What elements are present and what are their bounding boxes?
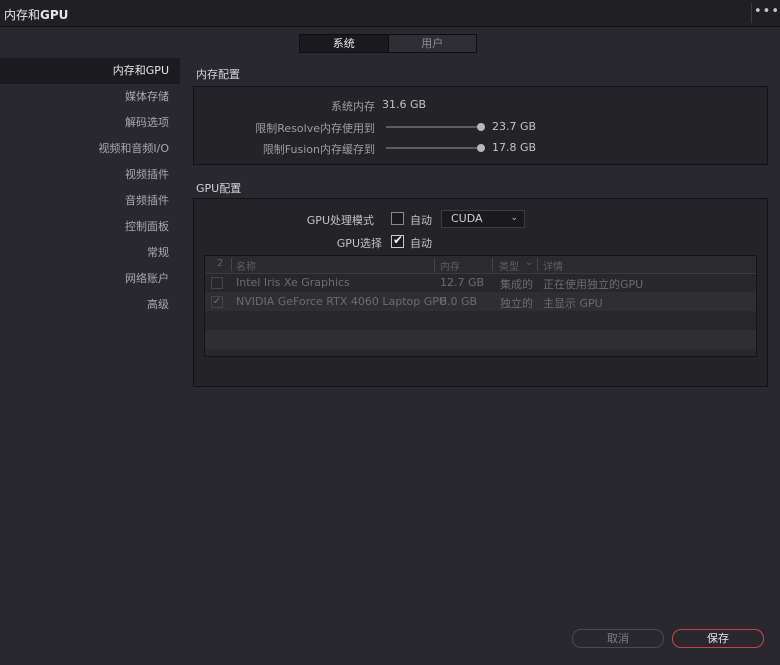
window-title-bold: GPU	[40, 8, 69, 22]
sidebar-item-media-storage[interactable]: 媒体存储	[0, 84, 180, 110]
tab-user[interactable]: 用户	[387, 35, 477, 52]
gpu-type: 独立的	[500, 297, 533, 310]
row-checkbox[interactable]: ✓	[211, 296, 223, 308]
resolve-limit-slider[interactable]	[386, 123, 485, 131]
checkmark-icon: ✔	[393, 233, 404, 247]
title-bar: 内存和GPU •••	[0, 0, 780, 27]
column-header-detail[interactable]: 详情	[543, 258, 563, 273]
column-divider	[537, 258, 538, 271]
column-divider	[492, 258, 493, 271]
sidebar-item-general[interactable]: 常规	[0, 240, 180, 266]
gpu-mode-auto-label: 自动	[410, 214, 432, 227]
memory-panel: 系统内存 31.6 GB 限制Resolve内存使用到 23.7 GB 限制Fu…	[193, 86, 768, 165]
gpu-select-auto-label: 自动	[410, 237, 432, 250]
table-row[interactable]: Intel Iris Xe Graphics 12.7 GB 集成的 正在使用独…	[205, 273, 756, 292]
table-row-empty	[205, 311, 756, 330]
cancel-button[interactable]: 取消	[572, 629, 664, 648]
system-memory-value: 31.6 GB	[382, 98, 427, 111]
sidebar-item-video-plugins[interactable]: 视频插件	[0, 162, 180, 188]
fusion-limit-slider[interactable]	[386, 144, 485, 152]
sidebar-item-video-audio-io[interactable]: 视频和音频I/O	[0, 136, 180, 162]
gpu-mode-dropdown[interactable]: CUDA ⌄	[441, 210, 525, 228]
gpu-detail: 主显示 GPU	[543, 297, 603, 310]
table-row[interactable]: ✓ NVIDIA GeForce RTX 4060 Laptop GPU 8.0…	[205, 292, 756, 311]
gpu-select-label: GPU选择	[336, 237, 382, 250]
scope-tabs: 系统 用户	[299, 34, 477, 53]
resolve-limit-label: 限制Resolve内存使用到	[255, 122, 375, 135]
column-header-memory[interactable]: 内存	[440, 258, 460, 273]
sidebar-item-internet-accounts[interactable]: 网络账户	[0, 266, 180, 292]
tab-system[interactable]: 系统	[300, 35, 388, 52]
sidebar-item-advanced[interactable]: 高级	[0, 292, 180, 318]
gpu-mode-auto-checkbox[interactable]	[391, 212, 404, 225]
chevron-down-icon: ⌄	[510, 213, 518, 223]
gpu-type: 集成的	[500, 278, 533, 291]
row-checkbox[interactable]	[211, 277, 223, 289]
sidebar: 内存和GPU 媒体存储 解码选项 视频和音频I/O 视频插件 音频插件 控制面板…	[0, 58, 180, 318]
resolve-limit-slider-handle[interactable]	[477, 123, 485, 131]
gpu-memory: 12.7 GB	[440, 276, 485, 289]
memory-section-title: 内存配置	[196, 68, 240, 81]
window-title: 内存和GPU	[4, 6, 68, 23]
sidebar-item-audio-plugins[interactable]: 音频插件	[0, 188, 180, 214]
sidebar-item-control-panels[interactable]: 控制面板	[0, 214, 180, 240]
system-memory-label: 系统内存	[331, 100, 375, 113]
gpu-memory: 8.0 GB	[440, 295, 478, 308]
fusion-limit-value: 17.8 GB	[492, 141, 537, 154]
gpu-detail: 正在使用独立的GPU	[543, 278, 644, 291]
sidebar-item-decode-options[interactable]: 解码选项	[0, 110, 180, 136]
save-button[interactable]: 保存	[672, 629, 764, 648]
gpu-name: Intel Iris Xe Graphics	[236, 276, 350, 289]
fusion-limit-slider-handle[interactable]	[477, 144, 485, 152]
resolve-limit-value: 23.7 GB	[492, 120, 537, 133]
gpu-table: 2 名称 内存 类型 ⌄ 详情 Intel Iris Xe Graphics 1…	[204, 255, 757, 357]
gpu-mode-value: CUDA	[451, 212, 483, 225]
column-divider	[231, 258, 232, 271]
gpu-section-title: GPU配置	[196, 182, 242, 195]
gpu-table-header: 2 名称 内存 类型 ⌄ 详情	[205, 256, 756, 274]
more-options-icon[interactable]: •••	[754, 3, 780, 23]
window-title-prefix: 内存和	[4, 8, 41, 22]
gpu-select-auto-checkbox[interactable]: ✔	[391, 233, 404, 248]
column-header-count[interactable]: 2	[217, 258, 223, 269]
sort-chevron-down-icon[interactable]: ⌄	[525, 257, 533, 268]
gpu-mode-label: GPU处理模式	[306, 214, 374, 227]
column-header-type[interactable]: 类型	[499, 258, 519, 273]
column-divider	[434, 258, 435, 271]
fusion-limit-label: 限制Fusion内存缓存到	[262, 143, 375, 156]
sidebar-item-memory-gpu[interactable]: 内存和GPU	[0, 58, 180, 84]
title-divider	[751, 3, 752, 23]
column-header-name[interactable]: 名称	[236, 258, 256, 273]
table-row-empty	[205, 330, 756, 349]
gpu-name: NVIDIA GeForce RTX 4060 Laptop GPU	[236, 295, 447, 308]
